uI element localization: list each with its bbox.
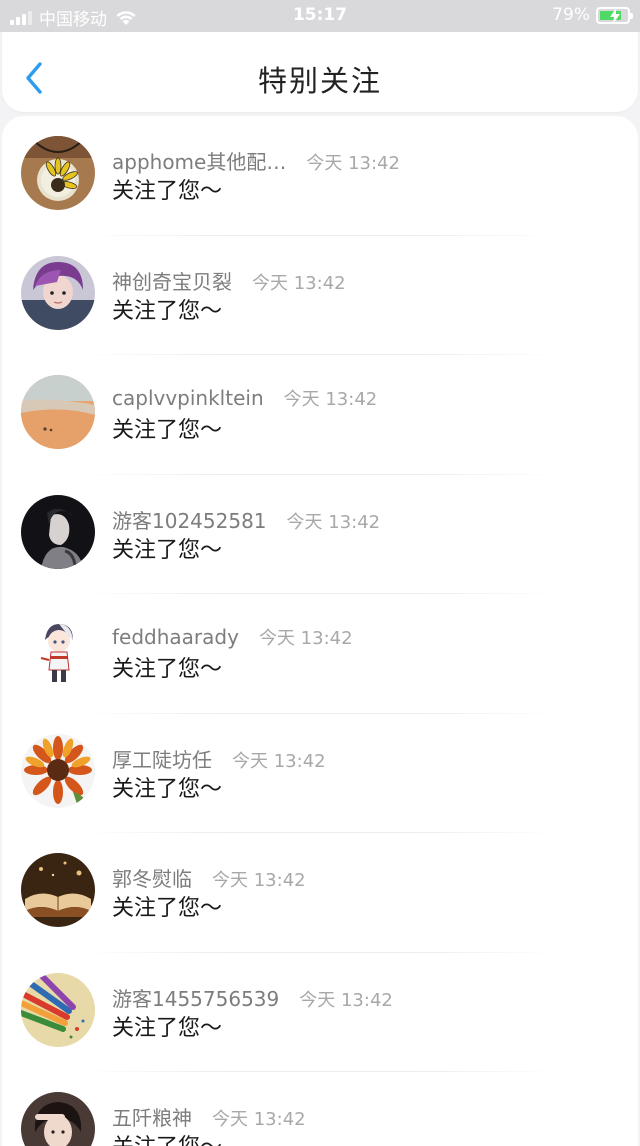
user-name[interactable]: 游客102452581 [112, 505, 267, 534]
list-item[interactable]: feddhaarady 今天 13:42 关注了您～ [2, 594, 638, 714]
open-book-avatar-icon [21, 853, 95, 927]
message-text: 关注了您～ [112, 179, 223, 204]
name-line: 郭冬熨临 今天 13:42 [112, 863, 306, 892]
user-name[interactable]: feddhaarady [112, 625, 239, 649]
timestamp: 今天 13:42 [286, 511, 381, 533]
list-item[interactable]: 五阡粮神 今天 13:42 关注了您～ [2, 1072, 638, 1146]
list-item[interactable]: 郭冬熨临 今天 13:42 关注了您～ [2, 833, 638, 953]
avatar[interactable] [21, 972, 95, 1047]
list-item[interactable]: caplvvpinkltein 今天 13:42 关注了您～ [2, 355, 638, 475]
name-line: 游客102452581 今天 13:42 [112, 505, 380, 534]
timestamp: 今天 13:42 [212, 1109, 306, 1130]
timestamp: 今天 13:42 [212, 870, 306, 891]
message-text: 关注了您～ [112, 298, 223, 324]
timestamp: 今天 13:42 [306, 153, 400, 174]
follow-notification-list: apphome其他配… 今天 13:42 关注了您～ 神创奇宝贝裂 今天 13:… [2, 116, 638, 1146]
timestamp: 今天 13:42 [232, 750, 326, 772]
name-line: 神创奇宝贝裂 今天 13:42 [112, 266, 346, 295]
name-line: feddhaarady 今天 13:42 [112, 624, 353, 650]
avatar[interactable] [21, 494, 95, 569]
status-right: 79% [552, 5, 633, 25]
message-text: 关注了您～ [112, 1015, 223, 1041]
message-text: 关注了您～ [112, 418, 223, 443]
name-line: 五阡粮神 今天 13:42 [112, 1102, 306, 1131]
name-line: caplvvpinkltein 今天 13:42 [112, 385, 377, 411]
list-item[interactable]: 厚工陡坊任 今天 13:42 关注了您～ [2, 714, 638, 833]
avatar[interactable] [21, 853, 95, 927]
timestamp: 今天 13:42 [299, 989, 393, 1011]
message-text: 关注了您～ [112, 537, 223, 563]
battery-level-fill [600, 7, 621, 24]
name-line: 游客1455756539 今天 13:42 [112, 983, 393, 1012]
list-item[interactable]: 游客102452581 今天 13:42 关注了您～ [2, 475, 638, 594]
avatar[interactable] [21, 136, 95, 210]
nav-bar: 特别关注 [2, 32, 638, 112]
avatar[interactable] [21, 614, 95, 688]
purple-hair-person-avatar-icon [21, 255, 95, 330]
battery-icon [596, 6, 633, 24]
user-name[interactable]: caplvvpinkltein [112, 386, 264, 410]
page-title: 特别关注 [257, 64, 382, 98]
avatar[interactable] [21, 255, 95, 330]
avatar[interactable] [21, 375, 95, 449]
colored-pencils-avatar-icon [21, 972, 95, 1047]
battery-percent: 79% [552, 5, 590, 25]
charging-bolt-icon [610, 7, 620, 24]
beach-avatar-icon [21, 375, 95, 449]
user-name[interactable]: 郭冬熨临 [112, 863, 192, 892]
sunflower-avatar-icon [21, 733, 95, 808]
user-name[interactable]: 神创奇宝贝裂 [112, 266, 232, 295]
timestamp: 今天 13:42 [283, 389, 378, 410]
name-line: apphome其他配… 今天 13:42 [112, 146, 400, 175]
pendant-avatar-icon [21, 136, 95, 210]
message-text: 关注了您～ [112, 776, 223, 802]
anime-character-avatar-icon [21, 614, 95, 688]
timestamp: 今天 13:42 [258, 628, 353, 649]
status-bar: 中国移动 15:17 79% [0, 0, 640, 32]
status-time: 15:17 [292, 5, 348, 25]
timestamp: 今天 13:42 [252, 272, 346, 294]
message-text: 关注了您～ [112, 657, 223, 682]
list-item[interactable]: 游客1455756539 今天 13:42 关注了您～ [2, 953, 638, 1072]
list-item[interactable]: apphome其他配… 今天 13:42 关注了您～ [2, 116, 638, 236]
user-name[interactable]: apphome其他配… [112, 146, 286, 175]
list-item[interactable]: 神创奇宝贝裂 今天 13:42 关注了您～ [2, 236, 638, 355]
user-name[interactable]: 五阡粮神 [112, 1102, 192, 1131]
user-name[interactable]: 游客1455756539 [112, 983, 279, 1012]
user-name[interactable]: 厚工陡坊任 [112, 744, 212, 773]
avatar[interactable] [21, 733, 95, 808]
dark-portrait-avatar-icon [21, 494, 95, 569]
name-line: 厚工陡坊任 今天 13:42 [112, 744, 326, 773]
message-text: 关注了您～ [112, 896, 223, 921]
